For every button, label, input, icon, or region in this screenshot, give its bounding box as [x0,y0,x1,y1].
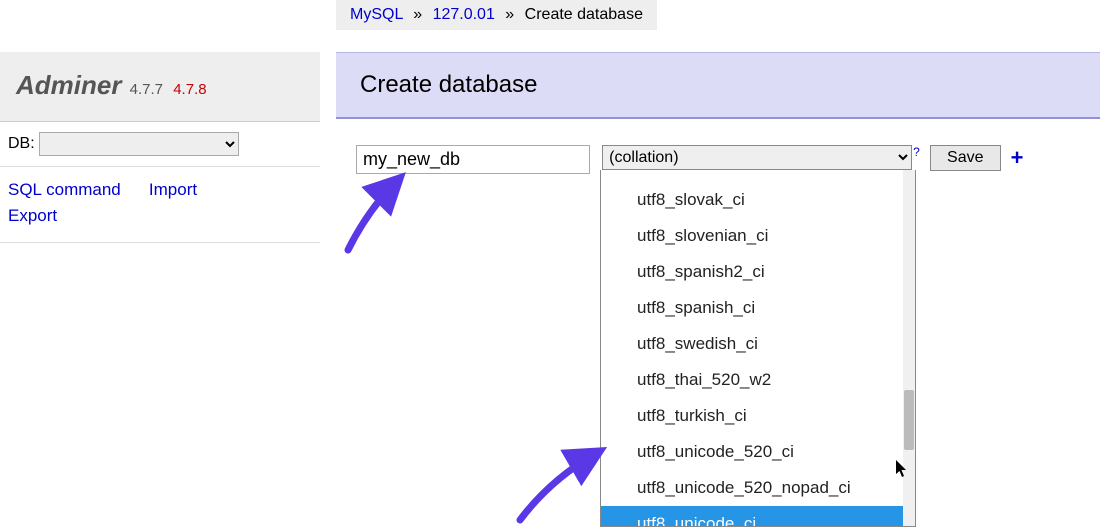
dropdown-scrollbar[interactable] [903,170,915,526]
link-import[interactable]: Import [149,177,197,203]
page-title: Create database [360,71,1076,99]
collation-option[interactable]: utf8_slovak_ci [601,182,915,218]
breadcrumb-server[interactable]: 127.0.01 [433,6,495,23]
add-button[interactable]: + [1011,145,1024,171]
breadcrumb-sep: » [505,6,514,23]
sidebar: Adminer 4.7.7 4.7.8 DB: SQL command Impo… [0,52,320,243]
annotation-arrow-icon [338,170,418,260]
db-select[interactable] [39,132,239,156]
scrollbar-thumb[interactable] [904,390,914,450]
collation-dropdown: utf8_slovak_ciutf8_slovenian_ciutf8_span… [600,170,916,527]
app-name: Adminer [16,70,121,100]
collation-select[interactable]: (collation) [602,145,912,170]
breadcrumb-page: Create database [525,6,643,23]
db-selector-row: DB: [0,122,320,167]
breadcrumb-sep: » [413,6,422,23]
collation-option[interactable]: utf8_unicode_520_nopad_ci [601,470,915,506]
breadcrumb-driver[interactable]: MySQL [350,6,403,23]
db-name-input[interactable] [356,145,590,174]
collation-option[interactable]: utf8_unicode_520_ci [601,434,915,470]
collation-option[interactable]: utf8_spanish_ci [601,290,915,326]
collation-option[interactable]: utf8_thai_520_w2 [601,362,915,398]
collation-option[interactable]: utf8_slovenian_ci [601,218,915,254]
collation-option[interactable]: utf8_unicode_ci [601,506,915,526]
collation-option-partial[interactable] [601,170,915,182]
save-button[interactable]: Save [930,145,1000,171]
db-label: DB: [8,135,35,152]
page-title-bar: Create database [336,52,1100,119]
collation-dropdown-list[interactable]: utf8_slovak_ciutf8_slovenian_ciutf8_span… [601,170,915,526]
collation-option[interactable]: utf8_turkish_ci [601,398,915,434]
app-version: 4.7.7 [130,81,163,98]
sidebar-links: SQL command Import Export [0,167,320,243]
annotation-arrow-icon [510,440,610,530]
collation-option[interactable]: utf8_swedish_ci [601,326,915,362]
link-sql-command[interactable]: SQL command [8,177,121,203]
breadcrumb: MySQL » 127.0.01 » Create database [336,0,657,30]
app-new-version: 4.7.8 [173,81,206,98]
link-export[interactable]: Export [8,203,57,229]
collation-option[interactable]: utf8_spanish2_ci [601,254,915,290]
help-link[interactable]: ? [913,145,920,159]
logo-box: Adminer 4.7.7 4.7.8 [0,52,320,122]
